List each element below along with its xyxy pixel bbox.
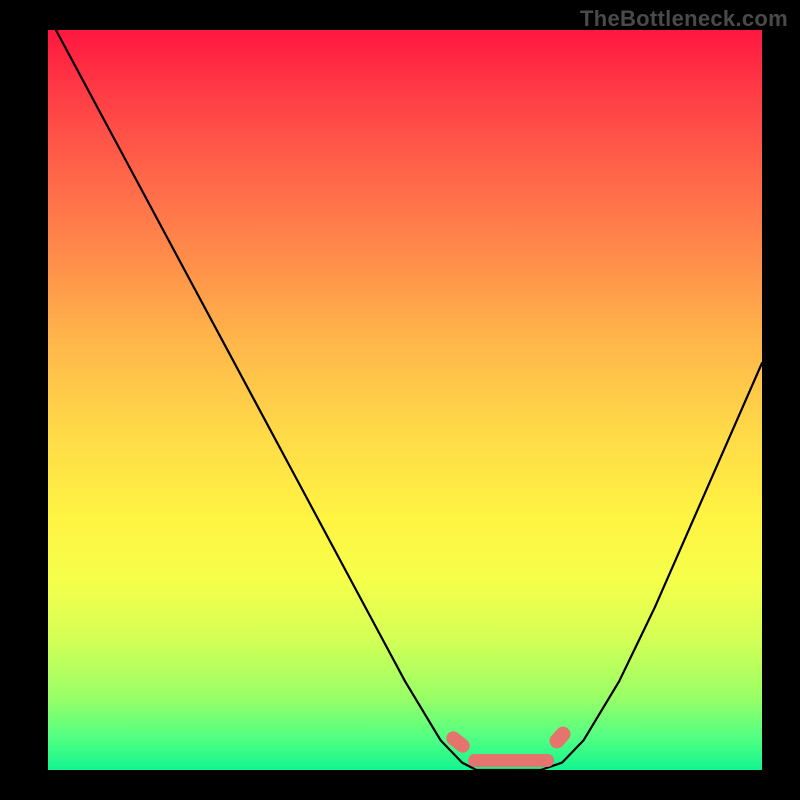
curve-path xyxy=(48,30,762,770)
optimal-range-flat xyxy=(468,754,554,767)
watermark-text: TheBottleneck.com xyxy=(580,6,788,32)
plot-area xyxy=(48,30,762,770)
chart-frame: TheBottleneck.com xyxy=(0,0,800,800)
bottleneck-curve xyxy=(48,30,762,770)
